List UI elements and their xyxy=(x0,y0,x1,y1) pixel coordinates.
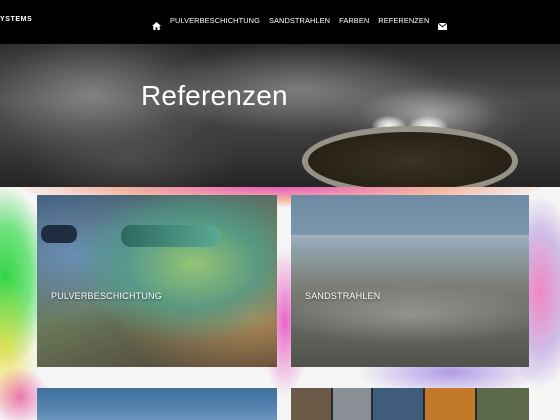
nav-item-referenzen[interactable]: REFERENZEN xyxy=(378,16,429,25)
reference-tile-4[interactable] xyxy=(291,388,529,420)
brand-logo[interactable]: YSTEMS xyxy=(0,16,32,23)
hero-banner: Referenzen xyxy=(0,44,560,187)
reference-tile-sandstrahlen[interactable]: SANDSTRAHLEN xyxy=(291,195,529,367)
nav-item-pulverbeschichtung[interactable]: PULVERBESCHICHTUNG xyxy=(170,16,260,25)
main-nav: PULVERBESCHICHTUNG SANDSTRAHLEN FARBEN R… xyxy=(152,16,448,30)
references-section: PULVERBESCHICHTUNG SANDSTRAHLEN xyxy=(0,187,560,420)
tile-label: SANDSTRAHLEN xyxy=(305,291,381,301)
home-icon[interactable] xyxy=(152,17,161,30)
nav-item-sandstrahlen[interactable]: SANDSTRAHLEN xyxy=(269,16,330,25)
nav-item-farben[interactable]: FARBEN xyxy=(339,16,369,25)
page-title: Referenzen xyxy=(141,80,288,111)
top-navbar: YSTEMS PULVERBESCHICHTUNG SANDSTRAHLEN F… xyxy=(0,0,560,44)
tile-label: PULVERBESCHICHTUNG xyxy=(51,291,162,301)
sunglasses-graphic xyxy=(121,225,221,247)
envelope-icon[interactable] xyxy=(438,17,448,30)
reference-tile-pulverbeschichtung[interactable]: PULVERBESCHICHTUNG xyxy=(37,195,277,367)
reference-tile-3[interactable] xyxy=(37,388,277,420)
beach-horizon-graphic xyxy=(291,235,529,255)
